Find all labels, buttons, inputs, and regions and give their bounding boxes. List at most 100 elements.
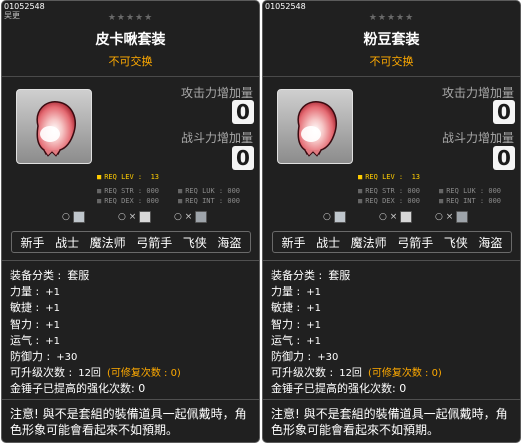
stat-row-upgrade: 可升级次数 : 12回 (可修复次数 : 0) bbox=[271, 365, 516, 381]
hammer-text: 金锤子已提高的强化次数: 0 bbox=[271, 382, 407, 396]
combat-increase-value: 0 bbox=[232, 146, 254, 170]
set-warning-notice: 注意! 與不是套組的裝備道具一起佩戴時，角色形象可能會看起來不如預期。 bbox=[271, 407, 508, 437]
req-dex-text: REQ DEX : 000 bbox=[104, 197, 160, 205]
req-int: ■ REQ INT : 000 bbox=[439, 197, 501, 205]
elemental-resist-icon bbox=[72, 210, 85, 223]
combat-increase-label: 战斗力增加量 bbox=[180, 131, 253, 145]
int-label: 智力 : bbox=[10, 317, 40, 331]
item-stats: 装备分类 : 套服 力量 : +1 敏捷 : +1 智力 : +1 运气 : +1 防御力… bbox=[10, 268, 255, 398]
category-label: 装备分类 : bbox=[10, 269, 62, 282]
trade-status: 不可交换 bbox=[369, 55, 414, 68]
tooltip-header: 01052548 ★★★★★ 粉豆套装 不可交换 bbox=[263, 1, 520, 77]
req-luk-text: REQ LUK : 000 bbox=[446, 187, 502, 195]
luk-value: +1 bbox=[45, 335, 60, 347]
req-str: ■ REQ STR : 000 bbox=[358, 187, 420, 195]
item-tooltip-card: 01052548 吴更 ★★★★★ 皮卡啾套装 不可交换 攻击力增加量 0 战斗… bbox=[1, 0, 260, 443]
stat-row-hammer: 金锤子已提高的强化次数: 0 bbox=[271, 381, 516, 397]
repair-count: (可修复次数 : 0) bbox=[367, 368, 442, 380]
element-resist-1: ○ bbox=[323, 210, 346, 224]
stat-row-str: 力量 : +1 bbox=[10, 284, 255, 300]
job-thief: 飞侠 bbox=[443, 235, 468, 250]
job-magician: 魔法师 bbox=[89, 235, 126, 250]
stat-row-int: 智力 : +1 bbox=[10, 317, 255, 333]
item-stats: 装备分类 : 套服 力量 : +1 敏捷 : +1 智力 : +1 运气 : +1 防御力… bbox=[271, 268, 516, 398]
req-level-text: REQ LEV : 13 bbox=[104, 173, 160, 181]
req-str-text: REQ STR : 000 bbox=[365, 187, 421, 195]
item-icon-frame bbox=[277, 89, 353, 164]
job-warrior: 战士 bbox=[316, 235, 341, 250]
str-label: 力量 : bbox=[271, 285, 301, 299]
stat-row-str: 力量 : +1 bbox=[271, 284, 516, 300]
job-bowman: 弓箭手 bbox=[136, 235, 173, 250]
defense-resist-icon bbox=[456, 210, 469, 223]
dex-label: 敏捷 : bbox=[10, 301, 40, 315]
item-name: 皮卡啾套装 bbox=[95, 32, 166, 48]
job-magician: 魔法师 bbox=[350, 235, 387, 250]
luk-label: 运气 : bbox=[10, 333, 40, 347]
job-warrior: 战士 bbox=[55, 235, 80, 250]
req-bullet-icon: ■ bbox=[439, 197, 444, 205]
req-bullet-icon: ■ bbox=[439, 187, 444, 195]
req-bullet-icon: ■ bbox=[178, 187, 183, 195]
trade-status: 不可交换 bbox=[108, 55, 153, 68]
attack-increase-value: 0 bbox=[493, 100, 515, 124]
job-restriction-bar: 新手 战士 魔法师 弓箭手 飞侠 海盗 bbox=[11, 231, 251, 253]
stat-row-int: 智力 : +1 bbox=[271, 317, 516, 333]
attack-increase-value: 0 bbox=[232, 100, 254, 124]
item-icon-frame bbox=[16, 89, 92, 164]
def-value: +30 bbox=[317, 351, 339, 363]
divider bbox=[2, 399, 259, 400]
stat-row-category: 装备分类 : 套服 bbox=[10, 268, 255, 284]
req-bullet-icon: ■ bbox=[97, 197, 102, 205]
def-value: +30 bbox=[56, 351, 78, 363]
divider bbox=[263, 260, 520, 261]
req-level-text: REQ LEV : 13 bbox=[365, 173, 421, 181]
hammer-text: 金锤子已提高的强化次数: 0 bbox=[10, 382, 146, 396]
req-bullet-icon: ■ bbox=[358, 197, 363, 205]
status-resist-icon bbox=[400, 210, 413, 223]
element-resist-2: ○ × bbox=[118, 210, 152, 224]
element-resist-3: ○ × bbox=[174, 210, 208, 224]
element-resist-1-mark: ○ bbox=[62, 212, 70, 222]
def-label: 防御力 : bbox=[271, 349, 312, 363]
item-id: 01052548 bbox=[265, 2, 306, 11]
upgrade-value: 12回 bbox=[78, 368, 101, 380]
str-label: 力量 : bbox=[10, 285, 40, 299]
dex-value: +1 bbox=[306, 303, 321, 315]
luk-label: 运气 : bbox=[271, 333, 301, 347]
req-str: ■ REQ STR : 000 bbox=[97, 187, 159, 195]
req-dex-text: REQ DEX : 000 bbox=[365, 197, 421, 205]
tooltip-header: 01052548 吴更 ★★★★★ 皮卡啾套装 不可交换 bbox=[2, 1, 259, 77]
req-bullet-icon: ■ bbox=[358, 173, 363, 181]
element-resist-1-mark: ○ bbox=[323, 212, 331, 222]
stat-row-def: 防御力 : +30 bbox=[10, 349, 255, 365]
upgrade-value: 12回 bbox=[339, 368, 362, 380]
req-bullet-icon: ■ bbox=[97, 173, 102, 181]
stat-row-luk: 运气 : +1 bbox=[10, 333, 255, 349]
combat-increase-label: 战斗力增加量 bbox=[441, 131, 514, 145]
req-int-text: REQ INT : 000 bbox=[185, 197, 241, 205]
repair-count: (可修复次数 : 0) bbox=[106, 368, 181, 380]
item-tooltip-card: 01052548 ★★★★★ 粉豆套装 不可交换 攻击力增加量 0 战斗力增加量… bbox=[262, 0, 521, 443]
def-label: 防御力 : bbox=[10, 349, 51, 363]
category-value: 套服 bbox=[328, 269, 351, 282]
stat-row-hammer: 金锤子已提高的强化次数: 0 bbox=[10, 381, 255, 397]
job-pirate: 海盗 bbox=[217, 235, 242, 250]
req-str-text: REQ STR : 000 bbox=[104, 187, 160, 195]
str-value: +1 bbox=[45, 287, 60, 299]
combat-increase-value: 0 bbox=[493, 146, 515, 170]
dex-label: 敏捷 : bbox=[271, 301, 301, 315]
divider bbox=[263, 399, 520, 400]
dex-value: +1 bbox=[45, 303, 60, 315]
job-pirate: 海盗 bbox=[478, 235, 503, 250]
set-warning-notice: 注意! 與不是套組的裝備道具一起佩戴時，角色形象可能會看起來不如預期。 bbox=[10, 407, 247, 437]
element-resist-3-mark: ○ × bbox=[174, 212, 193, 222]
elemental-resist-icon bbox=[333, 210, 346, 223]
req-luk: ■ REQ LUK : 000 bbox=[178, 187, 240, 195]
upgrade-label: 可升级次数 : bbox=[10, 366, 73, 380]
category-value: 套服 bbox=[67, 269, 90, 282]
stat-row-upgrade: 可升级次数 : 12回 (可修复次数 : 0) bbox=[10, 365, 255, 381]
job-thief: 飞侠 bbox=[182, 235, 207, 250]
divider bbox=[2, 260, 259, 261]
element-resist-row: ○ ○ × ○ × bbox=[323, 210, 483, 224]
